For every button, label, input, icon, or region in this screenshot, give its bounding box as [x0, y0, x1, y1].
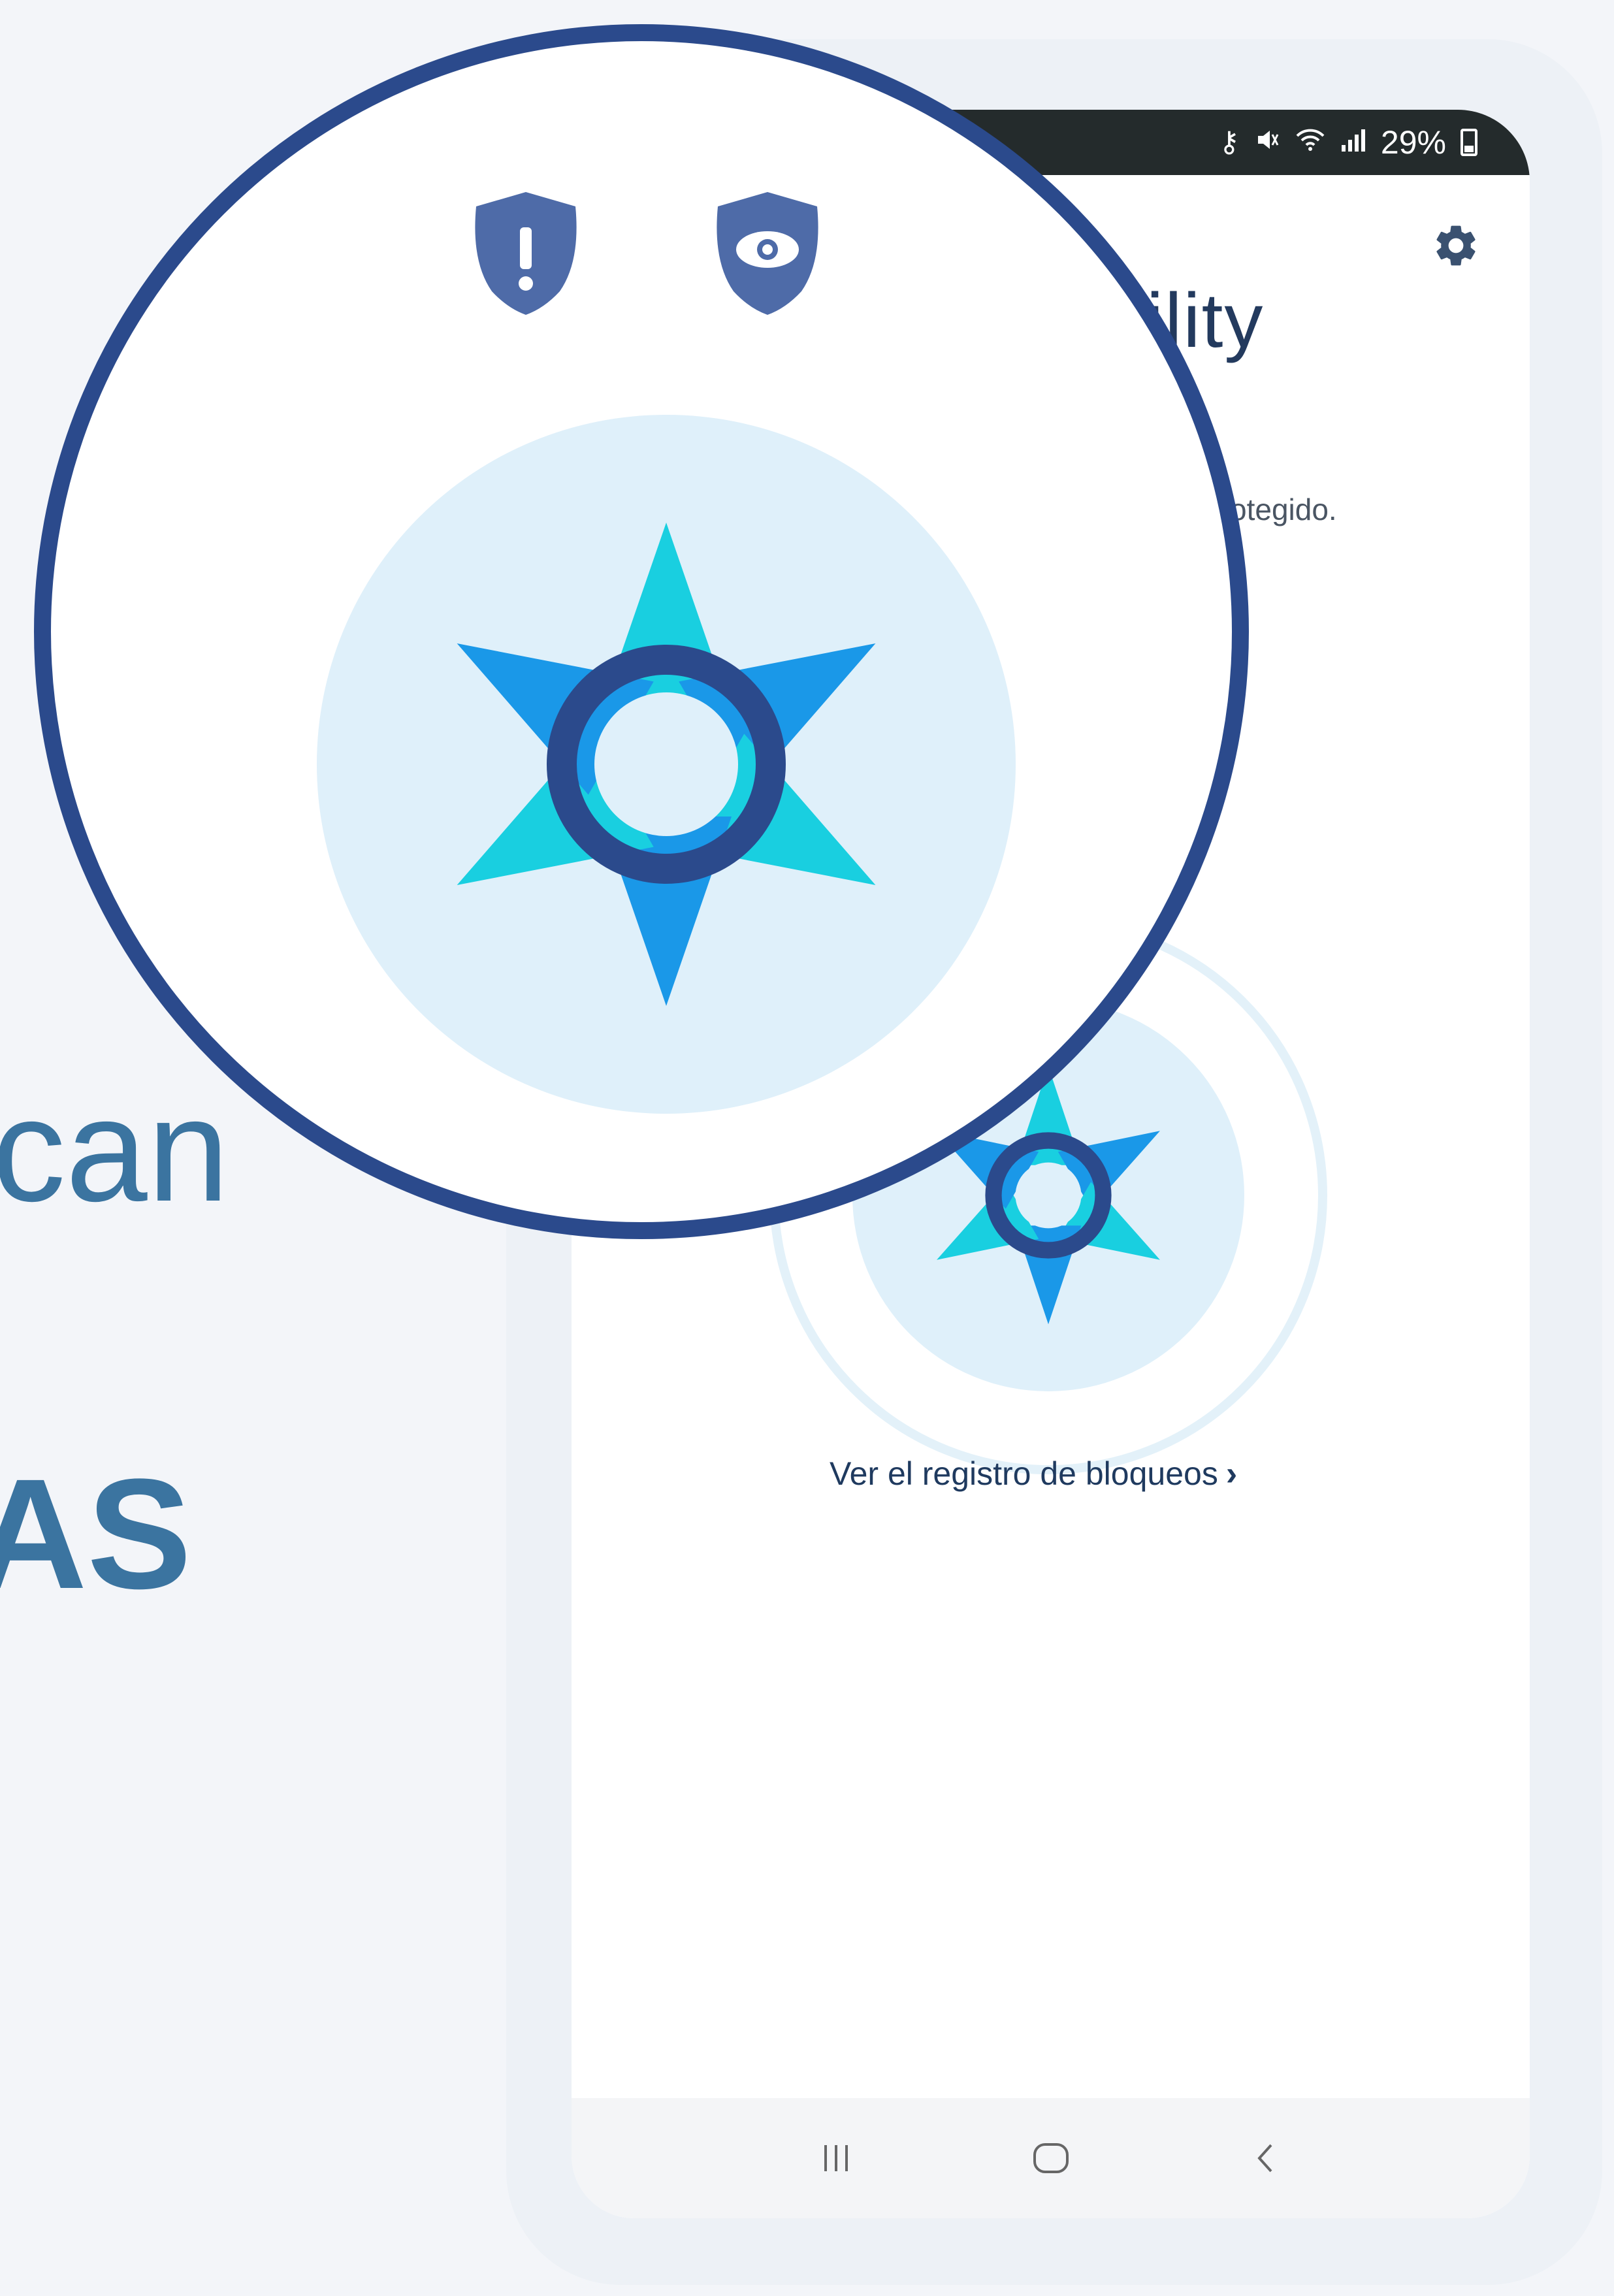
- back-icon: [1257, 2144, 1272, 2173]
- magnifier-overlay: [34, 24, 1249, 1239]
- recent-apps-icon: [824, 2145, 848, 2171]
- block-log-link[interactable]: Ver el registro de bloqueos ›: [830, 1454, 1237, 1493]
- battery-percent: 29%: [1380, 124, 1446, 161]
- mute-icon: [1254, 127, 1280, 158]
- home-button[interactable]: [1022, 2129, 1080, 2188]
- back-button[interactable]: [1236, 2129, 1295, 2188]
- gear-icon[interactable]: [1431, 221, 1481, 270]
- protection-status-text: otegido.: [1230, 493, 1337, 526]
- background-text-line2: AS: [0, 1446, 192, 1621]
- magnified-logo-icon: [457, 523, 876, 1006]
- wifi-icon: [1295, 127, 1326, 158]
- signal-icon: [1340, 127, 1366, 158]
- shield-eye-icon: [717, 192, 818, 315]
- shield-alert-icon: [475, 192, 577, 315]
- navigation-bar: [572, 2098, 1530, 2218]
- block-log-label: Ver el registro de bloqueos: [830, 1455, 1218, 1492]
- recent-apps-button[interactable]: [807, 2129, 865, 2188]
- chevron-right-icon: ›: [1225, 1455, 1238, 1493]
- vpn-key-icon: ⚷: [1218, 126, 1240, 158]
- home-icon: [1033, 2143, 1069, 2173]
- battery-icon: [1461, 129, 1477, 156]
- background-text-line1: can: [0, 1067, 229, 1232]
